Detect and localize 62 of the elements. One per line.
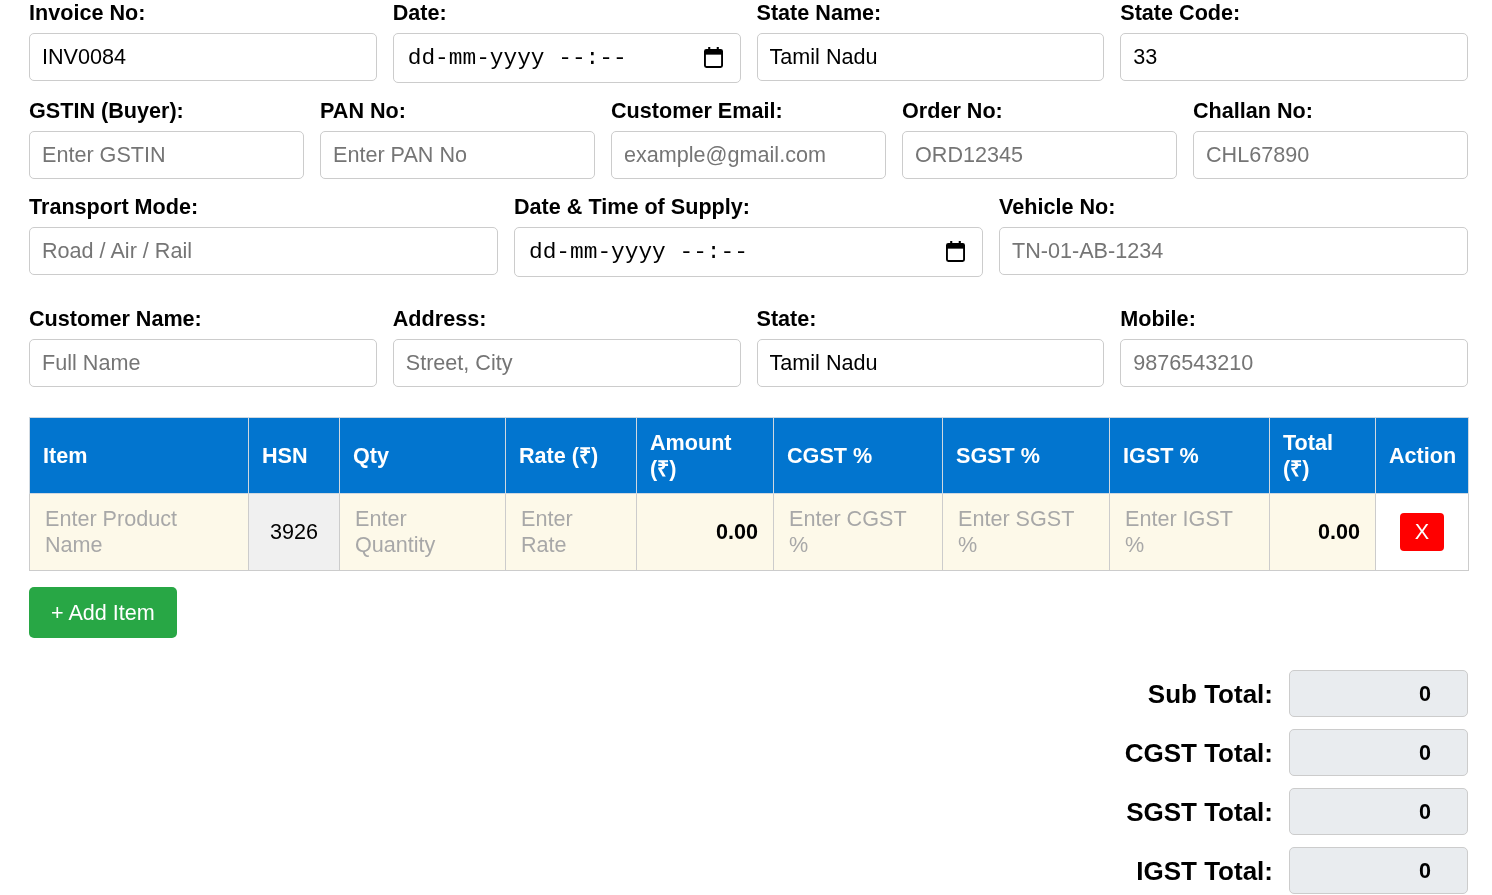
- column-header: Action: [1375, 417, 1469, 494]
- column-header: Rate (₹): [505, 417, 637, 494]
- input-field[interactable]: ORD12345: [902, 131, 1177, 179]
- field-label: Vehicle No:: [999, 194, 1117, 220]
- input-field[interactable]: Full Name: [29, 339, 377, 387]
- input-field[interactable]: Tamil Nadu: [756, 339, 1105, 387]
- amount-cell: 0.00: [636, 493, 774, 571]
- column-header: HSN: [248, 417, 340, 494]
- field-label: Order No:: [902, 98, 1004, 124]
- input-field[interactable]: TN-01-AB-1234: [999, 227, 1468, 275]
- amount-cell: 0.00: [1269, 493, 1376, 571]
- input-field[interactable]: CHL67890: [1193, 131, 1468, 179]
- date-time-field[interactable]: dd-mm-yyyy --:--: [392, 33, 741, 83]
- column-header: Qty: [339, 417, 506, 494]
- input-field[interactable]: 33: [1120, 33, 1468, 81]
- total-field: 0: [1289, 847, 1468, 894]
- input-field[interactable]: Road / Air / Rail: [29, 227, 498, 275]
- field-label: State Name:: [756, 0, 883, 26]
- column-header: Item: [29, 417, 249, 494]
- input-field[interactable]: INV0084: [29, 33, 377, 81]
- total-field: 0: [1289, 788, 1468, 835]
- field-label: State:: [756, 306, 818, 332]
- field-label: PAN No:: [320, 98, 407, 124]
- column-header: SGST %: [942, 417, 1110, 494]
- column-header: CGST %: [773, 417, 943, 494]
- total-label: SGST Total:: [1126, 796, 1273, 827]
- total-label: CGST Total:: [1124, 737, 1273, 768]
- delete-button[interactable]: X: [1400, 513, 1444, 551]
- cell-input-field[interactable]: Enter Product Name: [30, 494, 248, 570]
- cell-input-field[interactable]: Enter IGST %: [1110, 494, 1269, 570]
- input-field[interactable]: 9876543210: [1120, 339, 1468, 387]
- total-label: IGST Total:: [1136, 855, 1273, 886]
- cell-input-field[interactable]: Enter Rate: [506, 494, 636, 570]
- total-field: 0: [1289, 729, 1468, 776]
- cell-input-field[interactable]: Enter SGST %: [943, 494, 1109, 570]
- total-label: Sub Total:: [1147, 678, 1273, 709]
- field-label: Date:: [392, 0, 448, 26]
- field-label: Customer Name:: [29, 306, 203, 332]
- field-label: Address:: [392, 306, 488, 332]
- column-header: Amount (₹): [636, 417, 774, 494]
- calendar-icon[interactable]: [946, 241, 965, 262]
- input-field[interactable]: Tamil Nadu: [756, 33, 1105, 81]
- field-label: Mobile:: [1120, 306, 1197, 332]
- input-field[interactable]: Enter PAN No: [320, 131, 595, 179]
- field-label: GSTIN (Buyer):: [29, 98, 185, 124]
- field-label: Invoice No:: [29, 0, 147, 26]
- cell-input-field[interactable]: Enter CGST %: [774, 494, 942, 570]
- total-field: 0: [1289, 670, 1468, 717]
- field-label: Customer Email:: [611, 98, 784, 124]
- field-label: Transport Mode:: [29, 194, 200, 220]
- field-label: State Code:: [1120, 0, 1242, 26]
- cell-input-field[interactable]: Enter Quantity: [340, 494, 505, 570]
- input-field[interactable]: Enter GSTIN: [29, 131, 304, 179]
- column-header: Total (₹): [1269, 417, 1376, 494]
- calendar-icon[interactable]: [703, 47, 723, 68]
- input-field[interactable]: Street, City: [392, 339, 741, 387]
- hsn-field[interactable]: 3926: [249, 494, 339, 570]
- field-label: Challan No:: [1193, 98, 1314, 124]
- date-time-field[interactable]: dd-mm-yyyy --:--: [514, 227, 983, 277]
- column-header: IGST %: [1109, 417, 1270, 494]
- input-field[interactable]: example@gmail.com: [611, 131, 886, 179]
- field-label: Date & Time of Supply:: [514, 194, 751, 220]
